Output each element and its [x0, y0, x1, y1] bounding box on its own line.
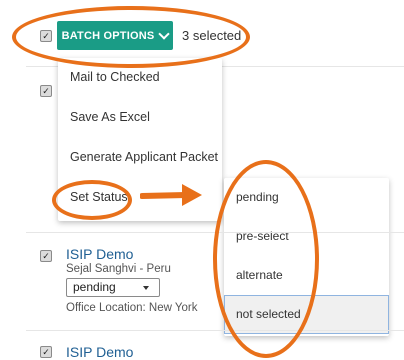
annotation-ellipse	[12, 6, 250, 68]
row-checkbox[interactable]: ✓	[40, 250, 52, 262]
applicant-title[interactable]: ISIP Demo	[66, 344, 133, 360]
chevron-down-icon	[143, 286, 149, 290]
annotation-ellipse	[52, 180, 132, 220]
applicant-title[interactable]: ISIP Demo	[66, 246, 133, 262]
applicant-subtitle: Sejal Sanghvi - Peru	[66, 263, 171, 275]
menu-item-generate-applicant-packet[interactable]: Generate Applicant Packet	[70, 150, 218, 164]
status-select-value: pending	[73, 280, 116, 294]
menu-item-save-as-excel[interactable]: Save As Excel	[70, 110, 150, 124]
status-select[interactable]: pending	[66, 278, 160, 297]
row-checkbox[interactable]: ✓	[40, 85, 52, 97]
divider	[26, 330, 404, 331]
annotation-ellipse	[213, 160, 319, 358]
menu-item-mail-to-checked[interactable]: Mail to Checked	[70, 70, 160, 84]
arrow-right-icon	[140, 184, 202, 206]
office-location: Office Location: New York	[66, 302, 198, 314]
row-checkbox[interactable]: ✓	[40, 346, 52, 358]
